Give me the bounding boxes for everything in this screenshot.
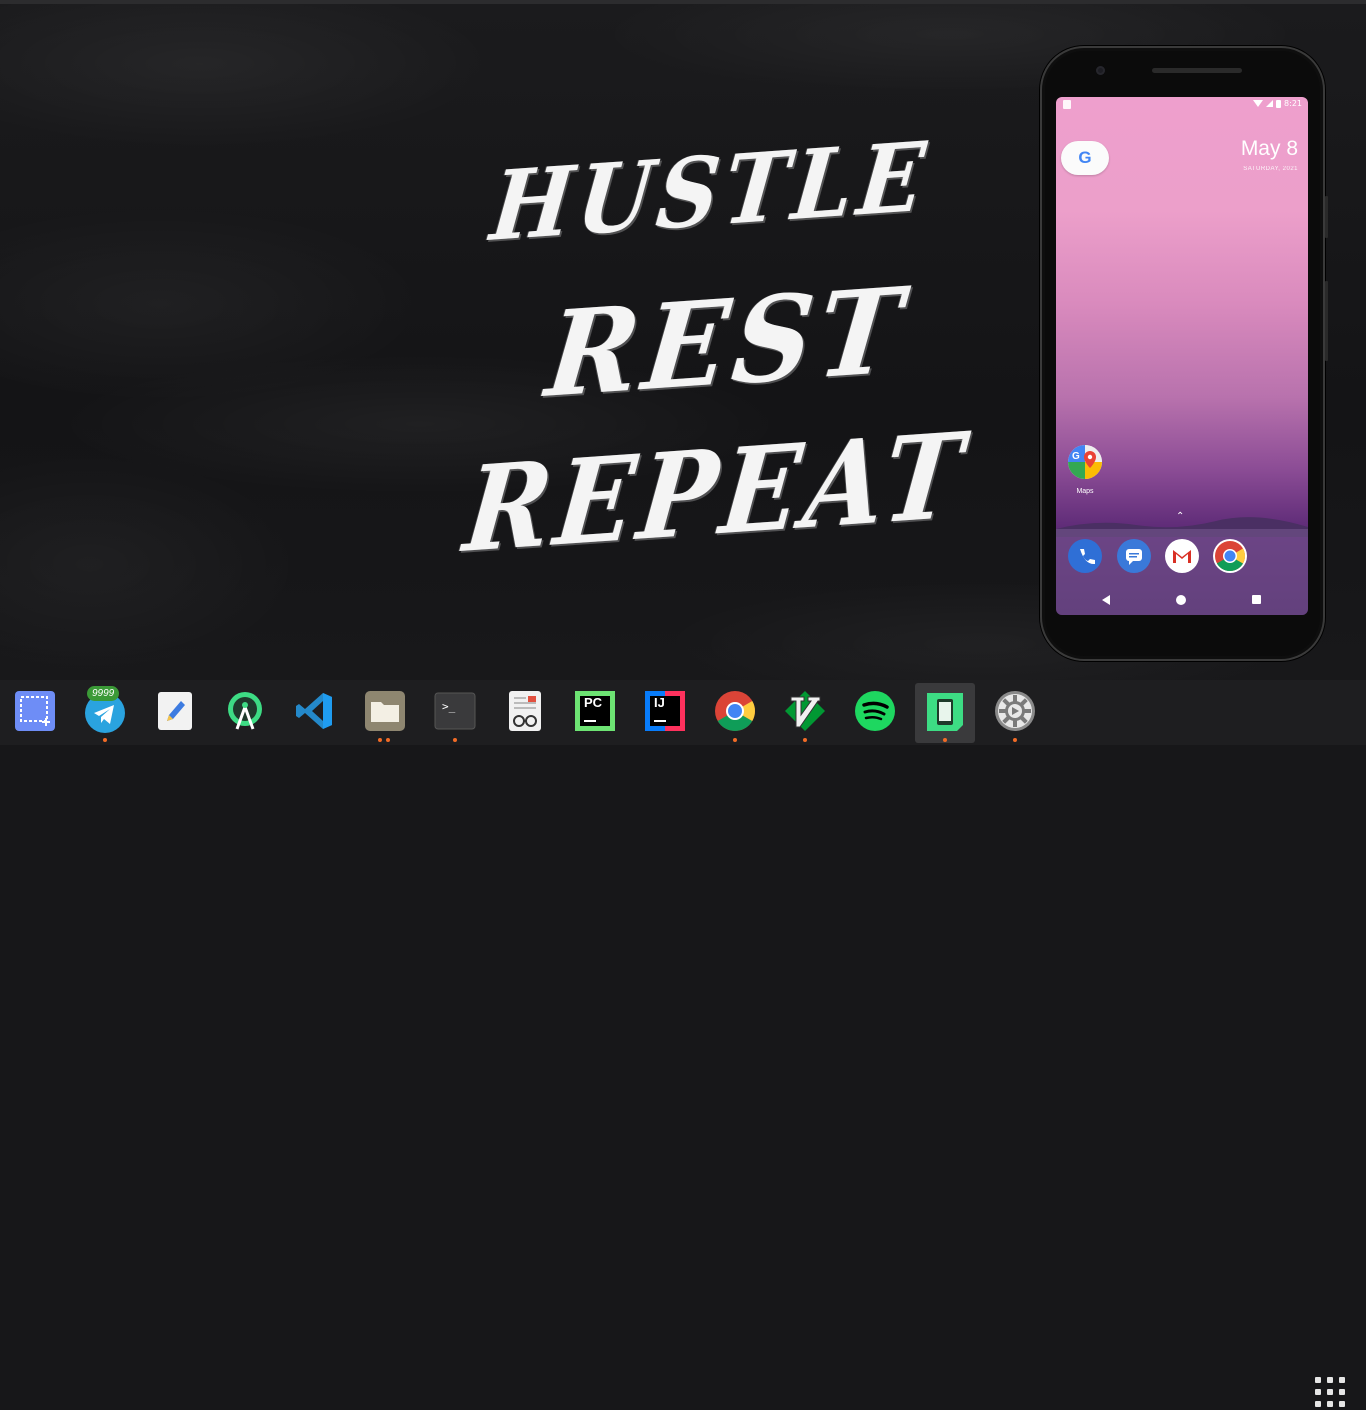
running-indicator	[103, 738, 107, 742]
taskbar-text-editor[interactable]	[145, 683, 205, 743]
phone-nav-bar	[1056, 587, 1308, 615]
battery-icon	[1276, 99, 1282, 108]
intellij-label: IJ	[654, 695, 665, 710]
phone-icon[interactable]	[1068, 539, 1102, 573]
google-search-widget[interactable]: G	[1061, 141, 1109, 175]
taskbar-android-studio[interactable]	[215, 683, 275, 743]
taskbar-pycharm[interactable]: PC	[565, 683, 625, 743]
pycharm-label: PC	[584, 695, 603, 710]
intellij-icon	[645, 691, 685, 731]
taskbar-telegram[interactable]: 9999	[75, 683, 135, 743]
vim-icon	[785, 691, 825, 731]
home-icon[interactable]	[1176, 595, 1186, 605]
phone-clock: 8:21	[1284, 99, 1302, 108]
screenshot-icon	[15, 691, 55, 731]
android-emulator-window[interactable]: 8:21 G May 8 SATURDAY, 2021 G Maps ⌃	[1040, 46, 1328, 661]
front-camera	[1096, 66, 1105, 75]
taskbar-android-emulator[interactable]	[915, 683, 975, 743]
taskbar-intellij[interactable]: IJ	[635, 683, 695, 743]
taskbar-settings[interactable]	[985, 683, 1045, 743]
taskbar-vim[interactable]	[775, 683, 835, 743]
phone-screen[interactable]: 8:21 G May 8 SATURDAY, 2021 G Maps ⌃	[1056, 97, 1308, 615]
app-drawer-chevron-icon[interactable]: ⌃	[1176, 511, 1184, 522]
vscode-icon	[296, 693, 332, 729]
taskbar: 9999 >_ PC IJ	[0, 680, 1366, 1407]
text-editor-icon	[158, 692, 192, 730]
recents-icon[interactable]	[1252, 595, 1261, 604]
back-icon[interactable]	[1102, 595, 1110, 605]
running-indicator	[733, 738, 737, 742]
maps-app-icon[interactable]: G	[1068, 445, 1102, 479]
chrome-icon	[715, 691, 755, 731]
home-date[interactable]: May 8	[1241, 137, 1298, 161]
taskbar-vscode[interactable]	[285, 683, 345, 743]
sd-card-icon	[1063, 100, 1071, 109]
running-indicator	[1013, 738, 1017, 742]
earpiece	[1152, 68, 1242, 73]
settings-icon	[995, 691, 1035, 731]
chrome-icon[interactable]	[1213, 539, 1247, 573]
app-launcher-grid-icon[interactable]	[1312, 1374, 1348, 1410]
terminal-prompt: >_	[442, 700, 456, 713]
volume-button[interactable]	[1325, 196, 1328, 238]
running-indicator	[378, 738, 382, 742]
messages-icon[interactable]	[1117, 539, 1151, 573]
phone-status-bar: 8:21	[1056, 97, 1308, 113]
home-day: SATURDAY, 2021	[1243, 166, 1298, 172]
telegram-unread-badge: 9999	[87, 686, 120, 701]
svg-text:G: G	[1072, 451, 1080, 462]
taskbar-spotify[interactable]	[845, 683, 905, 743]
power-button[interactable]	[1325, 281, 1328, 361]
emulator-icon	[927, 693, 963, 731]
taskbar-chrome[interactable]	[705, 683, 765, 743]
running-indicator	[453, 738, 457, 742]
running-indicator	[943, 738, 947, 742]
folder-icon	[365, 691, 405, 731]
taskbar-screenshot[interactable]	[5, 683, 65, 743]
taskbar-files[interactable]	[355, 683, 415, 743]
maps-app-label: Maps	[1076, 488, 1094, 495]
google-icon: G	[1078, 148, 1092, 167]
wifi-icon	[1253, 100, 1264, 107]
spotify-icon	[855, 691, 895, 731]
taskbar-document-viewer[interactable]	[495, 683, 555, 743]
taskbar-terminal[interactable]: >_	[425, 683, 485, 743]
running-indicator	[386, 738, 390, 742]
android-studio-icon	[228, 692, 262, 730]
running-indicator	[803, 738, 807, 742]
document-viewer-icon	[509, 691, 541, 731]
gmail-icon[interactable]	[1165, 539, 1199, 573]
signal-icon	[1266, 100, 1274, 107]
